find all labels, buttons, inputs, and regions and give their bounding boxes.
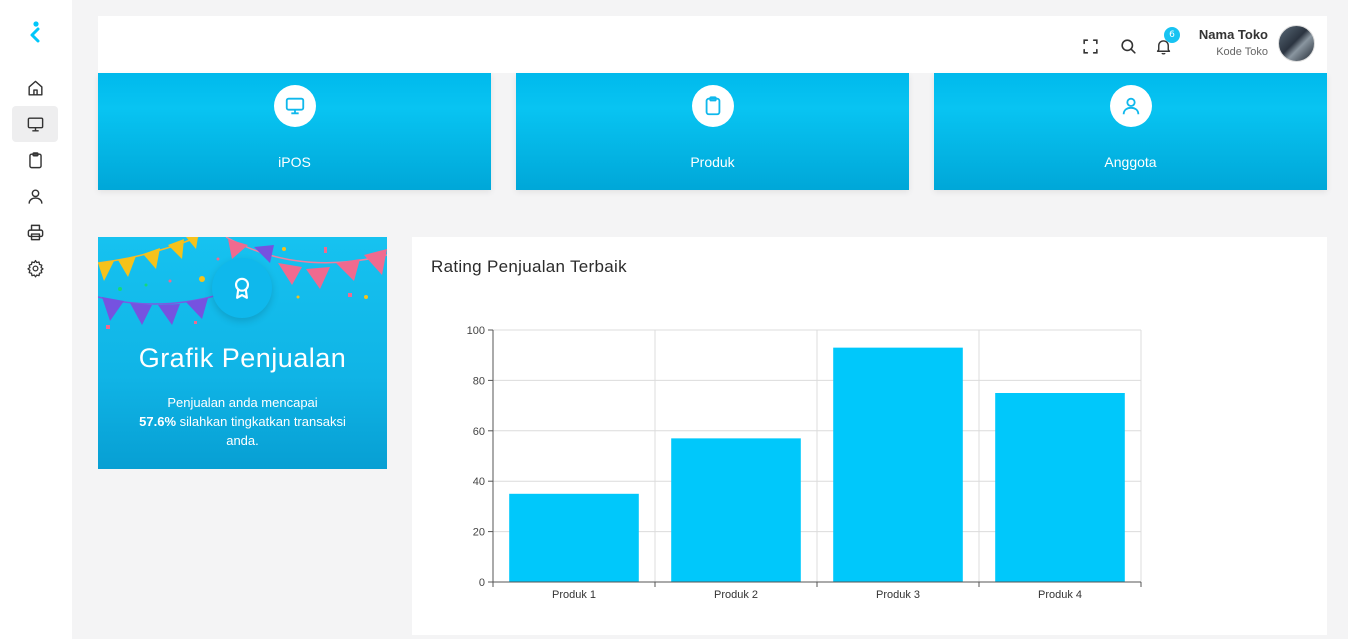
tile-icon-circle: [273, 85, 316, 127]
promo-text: Penjualan anda mencapai 57.6% silahkan t…: [128, 393, 357, 450]
tile-anggota[interactable]: Anggota: [934, 73, 1327, 190]
y-tick-label: 0: [479, 577, 485, 589]
sidebar: [0, 0, 72, 639]
user-icon: [1122, 97, 1139, 115]
sidebar-item-settings[interactable]: [12, 250, 58, 286]
top-header: 6 Nama Toko Kode Toko: [98, 16, 1327, 73]
tile-ipos[interactable]: iPOS: [98, 73, 491, 190]
tile-icon-circle: [1109, 85, 1152, 127]
y-tick-label: 40: [473, 476, 485, 488]
clipboard-icon: [28, 151, 42, 168]
y-tick-label: 100: [467, 325, 485, 337]
sidebar-item-produk[interactable]: [12, 142, 58, 178]
store-name: Nama Toko: [1198, 27, 1268, 42]
y-tick-label: 60: [473, 426, 485, 438]
sales-promo-card: Grafik Penjualan Penjualan anda mencapai…: [98, 237, 387, 469]
clipboard-icon: [705, 96, 720, 116]
award-icon: [234, 277, 250, 299]
printer-icon: [27, 224, 43, 240]
chart-bar: [509, 493, 639, 582]
y-tick-label: 80: [473, 375, 485, 387]
home-icon: [27, 80, 43, 96]
chart-card: Rating Penjualan Terbaik 0 20 40 60 80 100 Pro…: [412, 237, 1327, 635]
monitor-icon: [27, 116, 43, 132]
bar-chart: 0 20 40 60 80 100 Produk 1 Produk 2 Produk 3 Prod…: [467, 325, 1142, 601]
search-button[interactable]: [1117, 35, 1139, 57]
x-tick-label: Produk 1: [552, 589, 596, 601]
y-tick-label: 20: [473, 527, 485, 539]
tile-label: iPOS: [278, 154, 311, 170]
chart-bar: [995, 393, 1125, 582]
chart-bar: [833, 347, 963, 582]
user-icon: [27, 188, 43, 204]
sidebar-item-print[interactable]: [12, 214, 58, 250]
store-code: Kode Toko: [1216, 46, 1268, 58]
award-badge: [212, 258, 272, 318]
search-icon: [1120, 38, 1136, 54]
sidebar-item-home[interactable]: [12, 70, 58, 106]
gear-icon: [26, 259, 44, 277]
monitor-icon: [285, 97, 304, 115]
avatar[interactable]: [1278, 25, 1315, 62]
tile-icon-circle: [691, 85, 734, 127]
fullscreen-icon: [1082, 38, 1098, 54]
sidebar-item-anggota[interactable]: [12, 178, 58, 214]
chart-bar: [671, 438, 801, 582]
x-tick-label: Produk 4: [1038, 589, 1082, 601]
tile-label: Produk: [690, 154, 735, 170]
x-tick-label: Produk 2: [714, 589, 758, 601]
brand-logo[interactable]: [23, 20, 47, 46]
notification-badge: 6: [1164, 27, 1180, 43]
sidebar-item-pos[interactable]: [12, 106, 58, 142]
promo-text-after: silahkan tingkatkan transaksi anda.: [179, 414, 346, 448]
tile-label: Anggota: [1104, 154, 1157, 170]
x-tick-label: Produk 3: [876, 589, 920, 601]
promo-highlight: 57.6%: [139, 414, 177, 429]
tile-produk[interactable]: Produk: [516, 73, 909, 190]
promo-title: Grafik Penjualan: [138, 343, 347, 373]
fullscreen-button[interactable]: [1079, 35, 1101, 57]
promo-text-before: Penjualan anda mencapai: [167, 395, 318, 410]
